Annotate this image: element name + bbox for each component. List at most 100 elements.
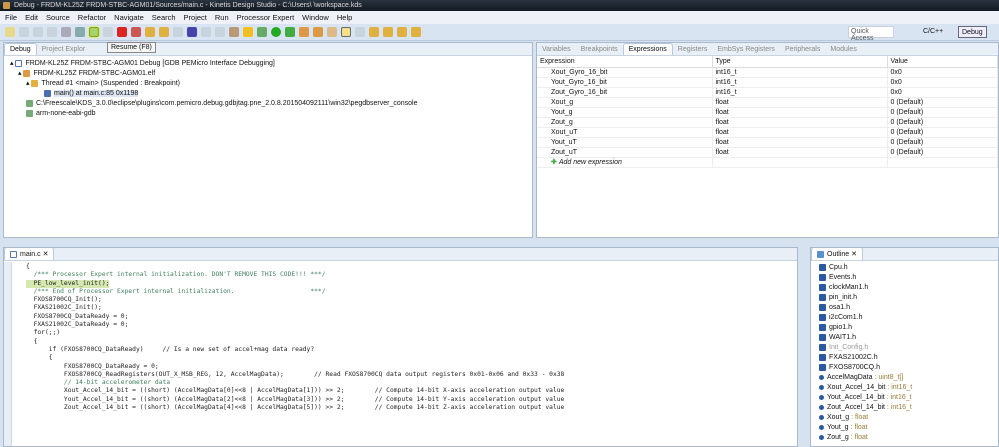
- expression-name: Zout_Gyro_16_bit: [537, 87, 713, 98]
- tab-debug[interactable]: Debug: [4, 43, 37, 55]
- build-icon[interactable]: [257, 27, 267, 37]
- instruction-step-icon[interactable]: [187, 27, 197, 37]
- outline-item[interactable]: Xout_g : float: [819, 413, 998, 423]
- perspective-debug[interactable]: Debug: [958, 26, 987, 38]
- outline-item[interactable]: FXOS8700CQ.h: [819, 363, 998, 373]
- step-over-button[interactable]: [159, 27, 169, 37]
- restart-icon[interactable]: [229, 27, 239, 37]
- suspend-button[interactable]: [103, 27, 113, 37]
- menu-source[interactable]: Source: [46, 13, 70, 22]
- next-annotation-icon[interactable]: [369, 27, 379, 37]
- outline-item[interactable]: pin_init.h: [819, 293, 998, 303]
- menu-help[interactable]: Help: [337, 13, 352, 22]
- expression-row[interactable]: Yout_uT float 0 (Default): [537, 137, 998, 148]
- tree-item-gdbserver[interactable]: C:\Freescale\KDS_3.0.0\eclipse\plugins\c…: [10, 99, 526, 109]
- toolbar-icon[interactable]: [355, 27, 365, 37]
- print-icon[interactable]: [47, 27, 57, 37]
- step-into-button[interactable]: [145, 27, 155, 37]
- tab-embsys-registers[interactable]: EmbSys Registers: [712, 44, 780, 55]
- outline-item-name: AccelMagData: [827, 374, 873, 381]
- tree-item-thread[interactable]: ▴ Thread #1 <main> (Suspended : Breakpoi…: [10, 79, 526, 89]
- menu-edit[interactable]: Edit: [25, 13, 38, 22]
- folder-icon[interactable]: [313, 27, 323, 37]
- expression-row[interactable]: Zout_Gyro_16_bit int16_t 0x0: [537, 87, 998, 98]
- resume-button[interactable]: [88, 26, 100, 38]
- new-icon[interactable]: [5, 27, 15, 37]
- menu-refactor[interactable]: Refactor: [78, 13, 106, 22]
- outline-item[interactable]: clockMan1.h: [819, 283, 998, 293]
- expression-row[interactable]: Xout_Gyro_16_bit int16_t 0x0: [537, 67, 998, 78]
- column-expression[interactable]: Expression: [537, 56, 713, 68]
- outline-item[interactable]: osa1.h: [819, 303, 998, 313]
- code-line: FXOS8700CQ_DataReady = 0;: [26, 312, 129, 320]
- tree-item-launch[interactable]: ▴ FRDM-KL25Z FRDM-STBC-AGM01 Debug [GDB …: [10, 59, 526, 69]
- forward-icon[interactable]: [411, 27, 421, 37]
- tab-registers[interactable]: Registers: [673, 44, 713, 55]
- perspective-cpp[interactable]: C/C++: [920, 26, 946, 38]
- menu-run[interactable]: Run: [215, 13, 229, 22]
- code-area[interactable]: { /*** Processor Expert internal initial…: [4, 261, 797, 412]
- prev-annotation-icon[interactable]: [383, 27, 393, 37]
- expression-row[interactable]: Xout_uT float 0 (Default): [537, 127, 998, 138]
- outline-item[interactable]: Cpu.h: [819, 263, 998, 273]
- tree-item-frame[interactable]: main() at main.c:85 0x1198: [10, 89, 526, 99]
- outline-item[interactable]: Init_Config.h: [819, 343, 998, 353]
- outline-item-type: : float: [848, 434, 868, 441]
- tab-peripherals[interactable]: Peripherals: [780, 44, 825, 55]
- tab-expressions[interactable]: Expressions: [622, 43, 673, 55]
- outline-item[interactable]: Xout_Accel_14_bit : int16_t: [819, 383, 998, 393]
- debug-icon[interactable]: [285, 27, 295, 37]
- outline-item[interactable]: Yout_g : float: [819, 423, 998, 433]
- menu-processor-expert[interactable]: Processor Expert: [237, 13, 295, 22]
- expression-row[interactable]: Zout_g float 0 (Default): [537, 117, 998, 128]
- outline-item[interactable]: Zout_g : float: [819, 433, 998, 443]
- outline-item[interactable]: FXAS21002C.h: [819, 353, 998, 363]
- tab-breakpoints[interactable]: Breakpoints: [576, 44, 623, 55]
- step-return-button[interactable]: [173, 27, 183, 37]
- quick-access-input[interactable]: Quick Access: [848, 26, 894, 42]
- save-all-icon[interactable]: [33, 27, 43, 37]
- tab-main-c[interactable]: main.c ✕: [4, 248, 55, 260]
- tab-outline[interactable]: Outline ✕: [811, 248, 863, 260]
- outline-item[interactable]: WAIT1.h: [819, 333, 998, 343]
- add-expression-row[interactable]: ✚ Add new expression: [537, 157, 998, 168]
- skip-breakpoints-icon[interactable]: [75, 27, 85, 37]
- tree-item-gdb[interactable]: arm-none-eabi-gdb: [10, 109, 526, 119]
- menu-file[interactable]: File: [5, 13, 17, 22]
- menu-navigate[interactable]: Navigate: [114, 13, 144, 22]
- tab-modules[interactable]: Modules: [825, 44, 861, 55]
- terminate-button[interactable]: [117, 27, 127, 37]
- expression-row[interactable]: Zout_uT float 0 (Default): [537, 147, 998, 158]
- menu-window[interactable]: Window: [302, 13, 329, 22]
- open-icon[interactable]: [299, 27, 309, 37]
- toolbar-icon[interactable]: [215, 27, 225, 37]
- disconnect-icon[interactable]: [61, 27, 71, 37]
- outline-item-name: Yout_Accel_14_bit: [827, 394, 885, 401]
- flash-icon[interactable]: [243, 27, 253, 37]
- drop-frame-icon[interactable]: [201, 27, 211, 37]
- outline-item[interactable]: i2cCom1.h: [819, 313, 998, 323]
- tab-variables[interactable]: Variables: [537, 44, 576, 55]
- expression-row[interactable]: Xout_g float 0 (Default): [537, 97, 998, 108]
- outline-item[interactable]: gpio1.h: [819, 323, 998, 333]
- save-icon[interactable]: [19, 27, 29, 37]
- outline-item[interactable]: AccelMagData : uint8_t[]: [819, 373, 998, 383]
- run-icon[interactable]: [271, 27, 281, 37]
- outline-item[interactable]: Yout_Accel_14_bit : int16_t: [819, 393, 998, 403]
- tree-item-elf[interactable]: ▴ FRDM-KL25Z FRDM-STBC-AGM01.elf: [10, 69, 526, 79]
- column-type[interactable]: Type: [712, 56, 888, 68]
- menu-project[interactable]: Project: [184, 13, 207, 22]
- back-icon[interactable]: [397, 27, 407, 37]
- expression-row[interactable]: Yout_Gyro_16_bit int16_t 0x0: [537, 77, 998, 88]
- outline-item[interactable]: Zout_Accel_14_bit : int16_t: [819, 403, 998, 413]
- column-value[interactable]: Value: [887, 56, 998, 68]
- disconnect-button[interactable]: [131, 27, 141, 37]
- code-line: Yout_Accel_14_bit = ((short) (AccelMagDa…: [26, 395, 565, 403]
- pen-icon[interactable]: [327, 27, 337, 37]
- tab-project-explorer[interactable]: Project Explor: [37, 44, 91, 55]
- expression-row[interactable]: Yout_g float 0 (Default): [537, 107, 998, 118]
- variable-icon: [819, 414, 824, 420]
- mark-occurrences-icon[interactable]: [341, 27, 351, 37]
- menu-search[interactable]: Search: [152, 13, 176, 22]
- outline-item[interactable]: Events.h: [819, 273, 998, 283]
